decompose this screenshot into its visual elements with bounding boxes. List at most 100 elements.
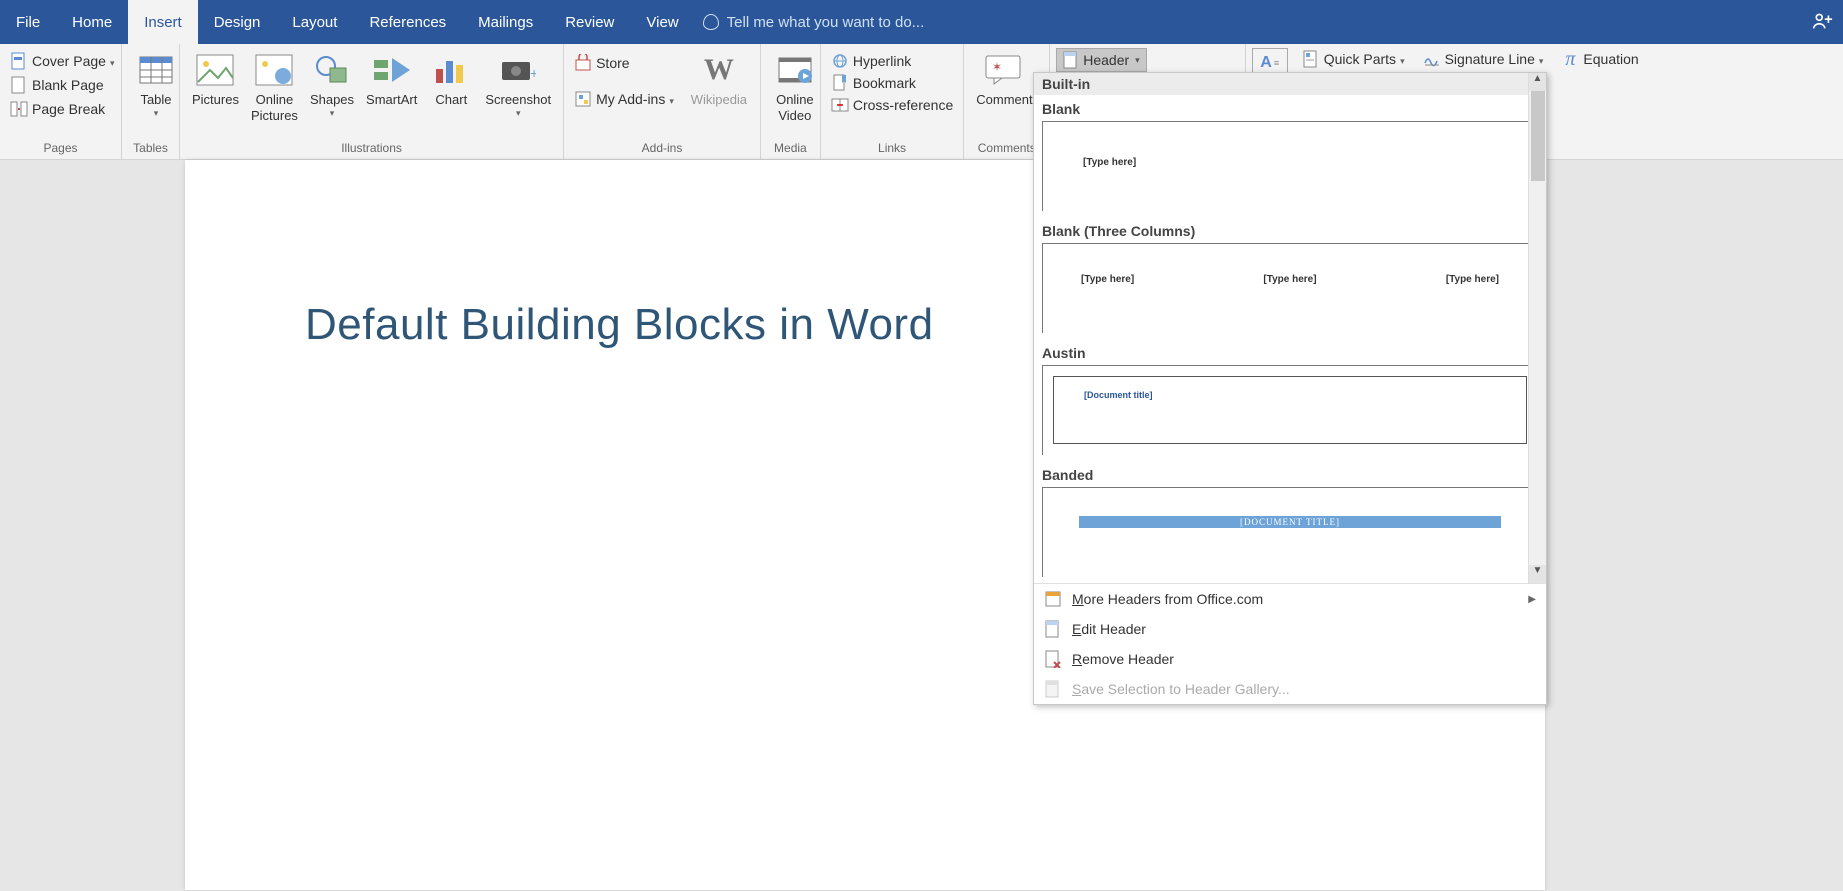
tab-design[interactable]: Design [198,0,277,44]
tab-file[interactable]: File [0,0,56,44]
edit-header-label: Edit Header [1072,621,1146,637]
comment-icon: ✶ [984,50,1024,90]
placeholder-text: [Document title] [1084,390,1153,400]
pictures-label: Pictures [192,92,239,108]
page-break-button[interactable]: Page Break [6,98,118,120]
pictures-icon [195,50,235,90]
tab-view[interactable]: View [630,0,694,44]
screenshot-label: Screenshot [485,92,551,108]
equation-label: Equation [1583,51,1638,67]
equation-icon: π [1561,50,1579,68]
edit-header-icon [1044,620,1062,638]
page-break-label: Page Break [32,101,105,117]
signature-line-button[interactable]: Signature Line [1419,48,1548,70]
bookmark-button[interactable]: Bookmark [827,72,957,94]
submenu-arrow-icon: ▶ [1528,594,1536,605]
edit-header-button[interactable]: Edit Header [1034,614,1546,644]
wikipedia-icon: W [699,50,739,90]
gallery-item-blank3-title: Blank (Three Columns) [1034,217,1546,243]
shapes-icon [312,50,352,90]
online-pictures-button[interactable]: Online Pictures [245,48,304,125]
hyperlink-label: Hyperlink [853,53,911,69]
tab-insert[interactable]: Insert [128,0,198,44]
header-dropdown-button[interactable]: Header [1056,48,1146,72]
share-icon[interactable] [1807,6,1837,36]
group-media-label: Media [761,139,820,159]
gallery-item-austin[interactable]: [Document title] [1042,365,1538,455]
cover-page-label: Cover Page [32,53,106,69]
tab-review[interactable]: Review [549,0,630,44]
svg-text:+: + [530,65,536,81]
my-addins-button[interactable]: My Add-ins [570,88,678,110]
shapes-button[interactable]: Shapes [304,48,360,120]
tab-references[interactable]: References [353,0,462,44]
equation-button[interactable]: π Equation [1557,48,1642,70]
header-icon [1063,51,1079,69]
gallery-footer: More Headers from Office.com ▶ Edit Head… [1034,583,1546,704]
cross-reference-button[interactable]: Cross-reference [827,94,957,116]
header-gallery-scroll: Built-in Blank [Type here] Blank (Three … [1034,73,1546,583]
table-button[interactable]: Table [128,48,184,120]
smartart-label: SmartArt [366,92,417,108]
svg-text:✶: ✶ [992,60,1002,74]
save-to-gallery-label: Save Selection to Header Gallery... [1072,681,1290,697]
placeholder-text: [DOCUMENT TITLE] [1079,516,1501,528]
hyperlink-button[interactable]: Hyperlink [827,50,957,72]
bulb-icon [703,14,719,30]
online-pictures-label-1: Online [256,92,294,108]
tab-layout[interactable]: Layout [276,0,353,44]
gallery-section-builtin: Built-in [1034,73,1546,95]
save-to-gallery-button: Save Selection to Header Gallery... [1034,674,1546,704]
blank-page-label: Blank Page [32,77,104,93]
document-area: Default Building Blocks in Word [0,160,1843,891]
remove-header-label: Remove Header [1072,651,1174,667]
signature-line-label: Signature Line [1445,51,1535,67]
placeholder-text: [Type here] [1083,157,1136,168]
group-tables: Table Tables [122,44,180,159]
table-icon [136,50,176,90]
menu-bar: File Home Insert Design Layout Reference… [0,0,1843,44]
tab-mailings[interactable]: Mailings [462,0,549,44]
pictures-button[interactable]: Pictures [186,48,245,110]
page-break-icon [10,100,28,118]
group-addins: Store My Add-ins W Wikipedia Add-ins [564,44,761,159]
shapes-label: Shapes [310,92,354,108]
comment-label: Comment [976,92,1032,108]
gallery-item-blank-three-columns[interactable]: [Type here] [Type here] [Type here] [1042,243,1538,333]
chart-icon [431,50,471,90]
smartart-button[interactable]: SmartArt [360,48,423,110]
group-addins-label: Add-ins [564,139,760,159]
store-icon [574,54,592,72]
cover-page-button[interactable]: Cover Page [6,50,118,72]
scroll-thumb[interactable] [1531,91,1545,181]
gallery-scrollbar[interactable]: ▲ ▼ [1528,73,1546,583]
blank-page-button[interactable]: Blank Page [6,74,118,96]
gallery-item-blank[interactable]: [Type here] [1042,121,1538,211]
scroll-up-button[interactable]: ▲ [1529,73,1546,91]
screenshot-button[interactable]: + Screenshot [479,48,557,120]
gallery-item-blank-title: Blank [1034,95,1546,121]
online-pictures-icon [254,50,294,90]
group-pages: Cover Page Blank Page Page Break Pages [0,44,122,159]
gallery-item-banded[interactable]: [DOCUMENT TITLE] [1042,487,1538,577]
group-symbols-partial: π Equation [1553,44,1646,159]
tab-home[interactable]: Home [56,0,128,44]
cross-reference-icon [831,96,849,114]
ribbon: Cover Page Blank Page Page Break Pages T… [0,44,1843,160]
chart-button[interactable]: Chart [423,48,479,110]
store-button[interactable]: Store [570,52,678,74]
online-video-button[interactable]: Online Video [767,48,823,125]
quick-parts-button[interactable]: Quick Parts [1298,48,1409,70]
more-headers-button[interactable]: More Headers from Office.com ▶ [1034,584,1546,614]
cross-reference-label: Cross-reference [853,97,953,113]
tell-me-search[interactable]: Tell me what you want to do... [703,0,925,44]
online-video-label-2: Video [778,108,811,124]
header-gallery: Built-in Blank [Type here] Blank (Three … [1033,72,1547,705]
group-illustrations: Pictures Online Pictures Shapes SmartArt… [180,44,564,159]
wikipedia-button[interactable]: W Wikipedia [684,48,754,110]
online-video-label-1: Online [776,92,814,108]
tell-me-placeholder: Tell me what you want to do... [727,14,925,31]
remove-header-button[interactable]: Remove Header [1034,644,1546,674]
comment-button[interactable]: ✶ Comment [970,48,1038,110]
scroll-down-button[interactable]: ▼ [1529,565,1546,583]
